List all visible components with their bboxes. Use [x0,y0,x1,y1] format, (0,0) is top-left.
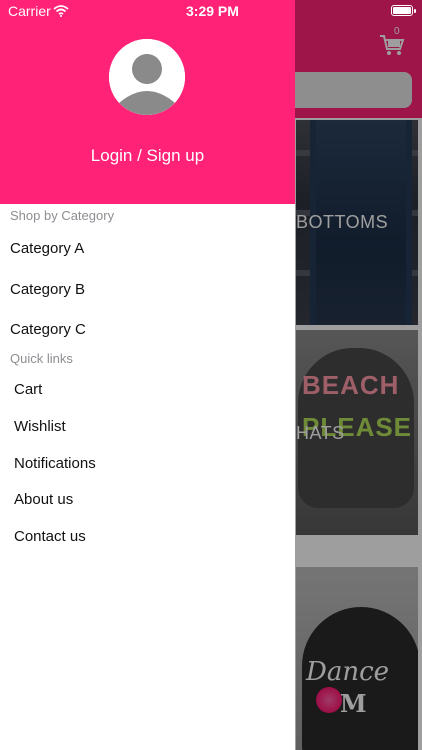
drawer-header: Login / Sign up [0,0,295,204]
status-time: 3:29 PM [186,3,239,19]
quick-link-about-us[interactable]: About us [14,491,73,508]
carrier-label: Carrier [8,3,51,19]
login-signup-link[interactable]: Login / Sign up [0,146,295,166]
quick-links-heading: Quick links [10,351,73,366]
user-avatar-icon[interactable] [109,39,185,115]
quick-link-wishlist[interactable]: Wishlist [14,418,66,435]
category-item[interactable]: Category A [10,240,84,257]
quick-link-contact-us[interactable]: Contact us [14,528,86,545]
side-drawer: Login / Sign up Shop by Category Categor… [0,0,295,750]
wifi-icon [53,4,69,17]
quick-link-notifications[interactable]: Notifications [14,455,96,472]
category-item[interactable]: Category C [10,321,86,338]
battery-fill [393,7,411,14]
quick-link-cart[interactable]: Cart [14,381,42,398]
shop-by-category-heading: Shop by Category [10,208,115,223]
battery-nub [414,9,416,13]
status-bar: Carrier 3:29 PM [0,0,422,22]
category-item[interactable]: Category B [10,281,85,298]
battery-icon [391,5,416,16]
